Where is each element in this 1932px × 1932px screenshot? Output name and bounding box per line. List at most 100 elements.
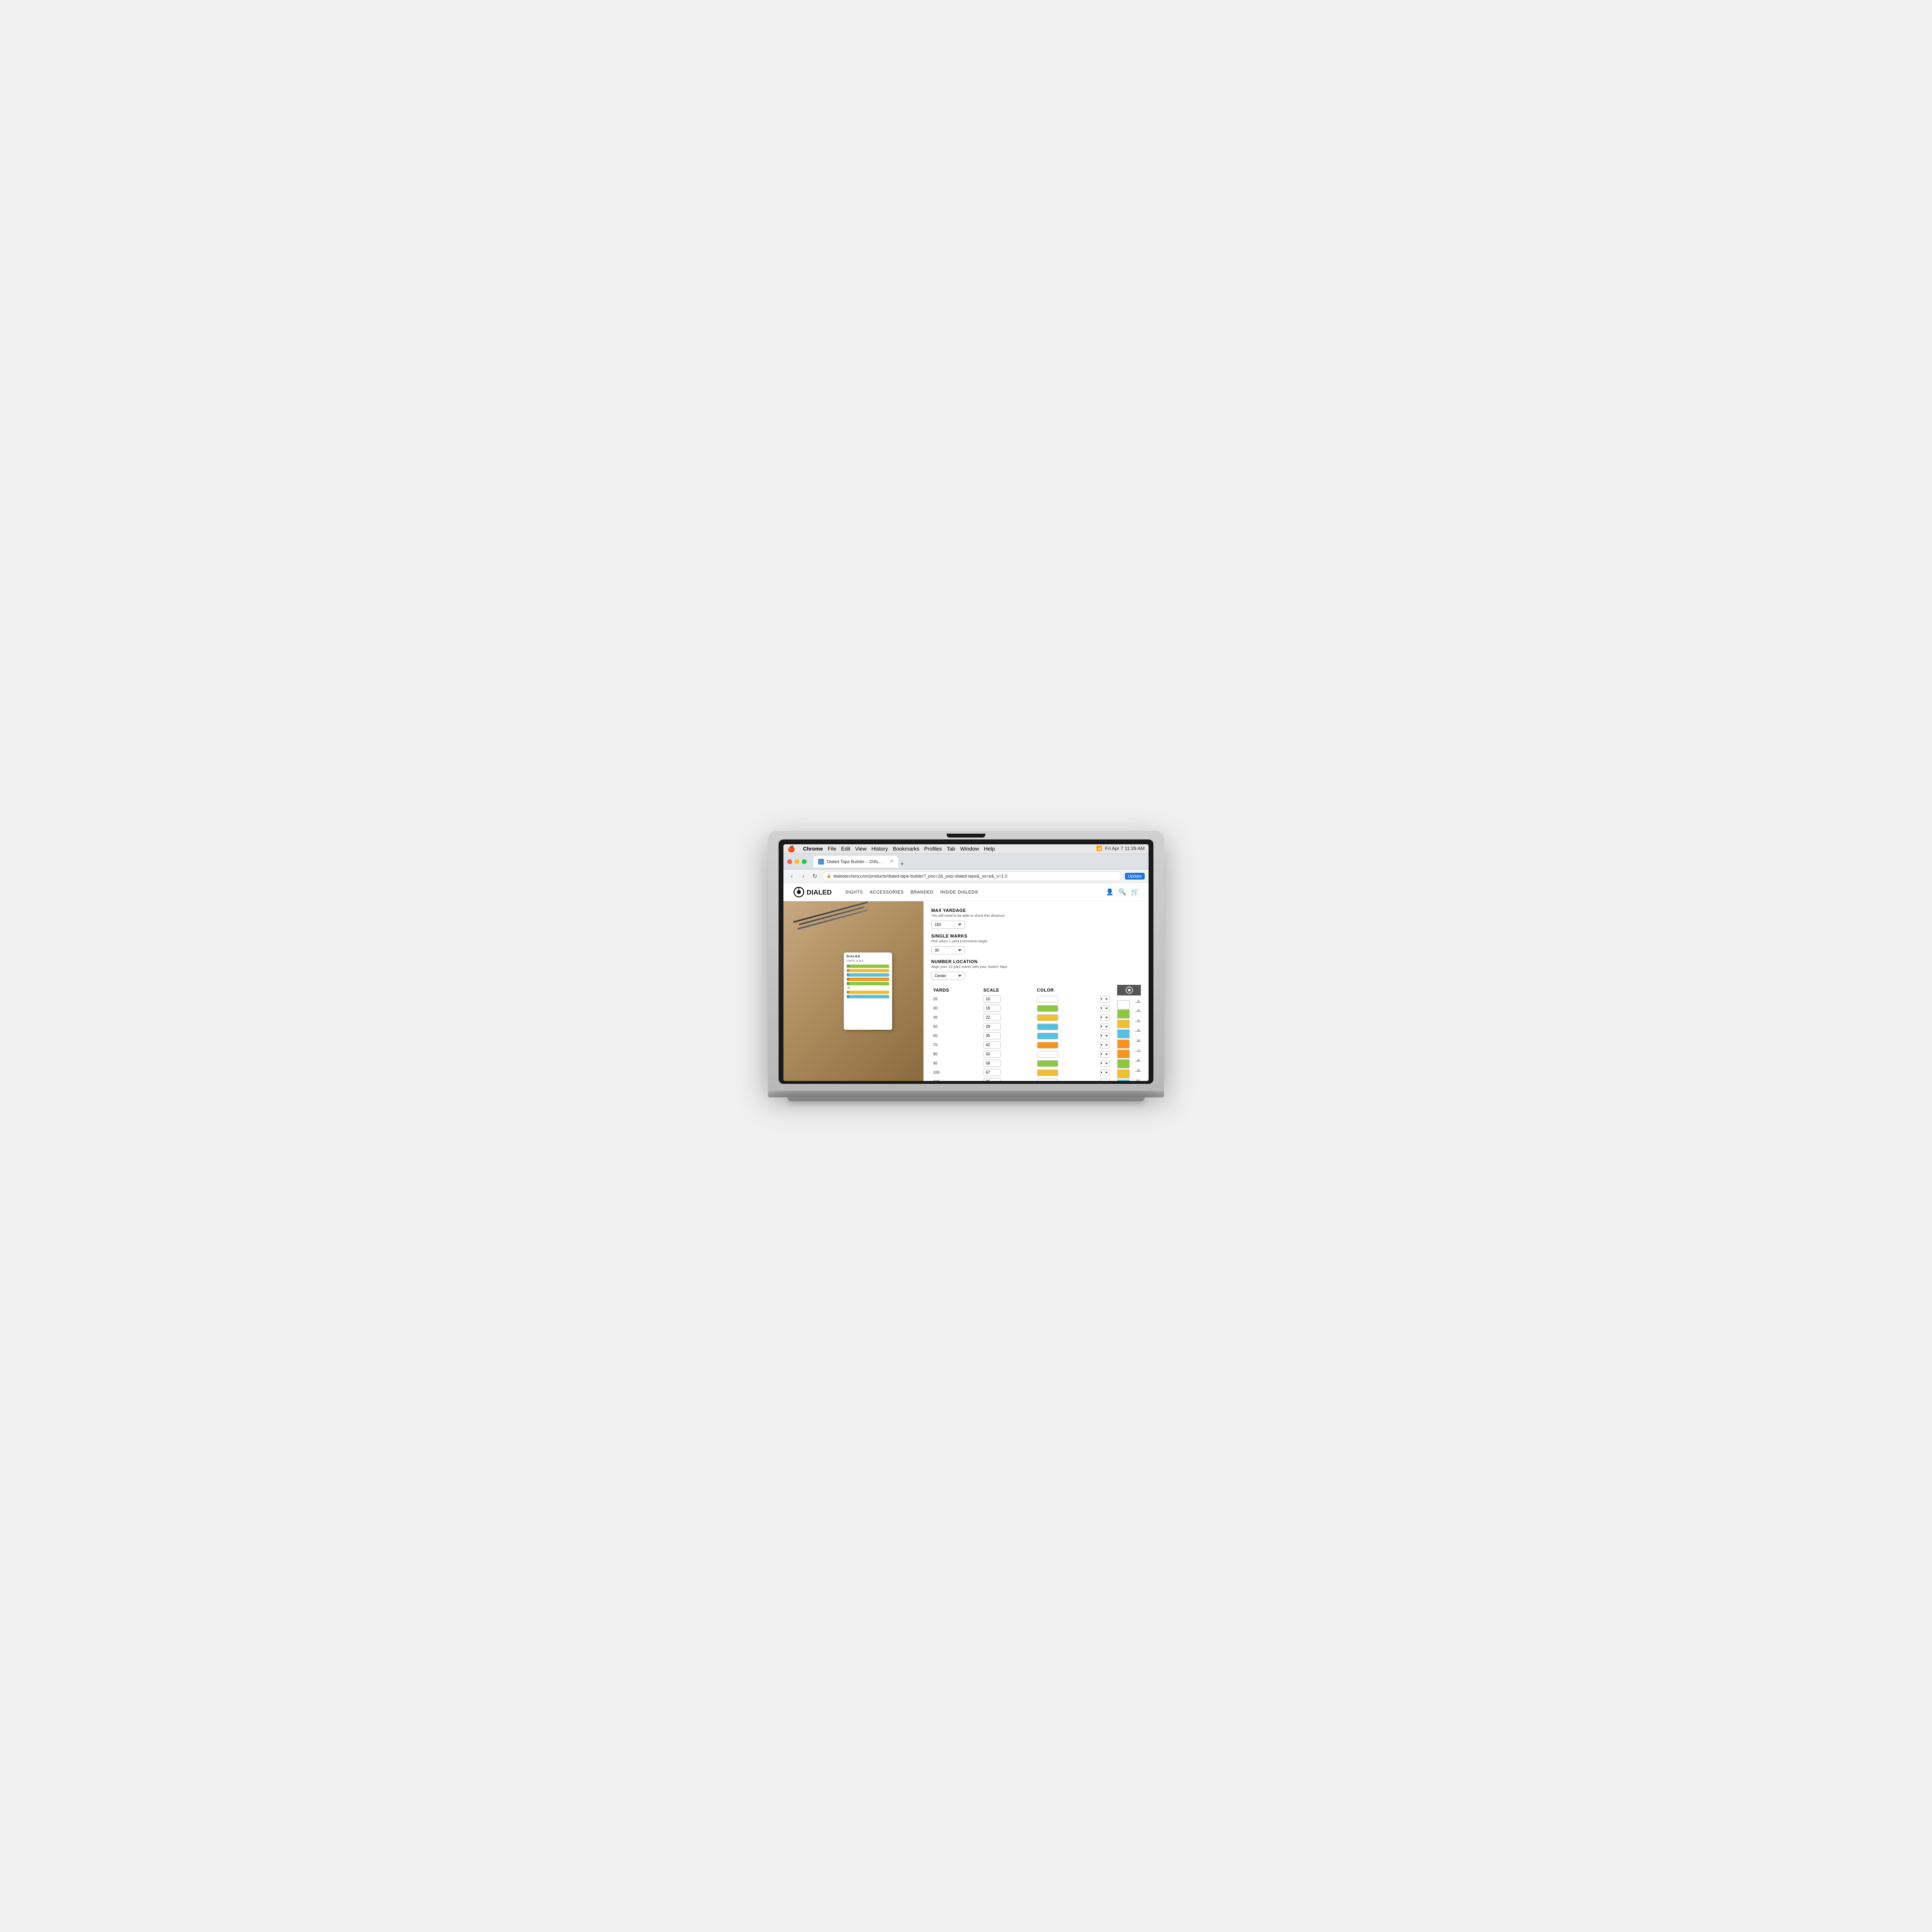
account-icon[interactable]: 👤 — [1106, 888, 1113, 896]
menu-chrome[interactable]: Chrome — [803, 846, 823, 852]
main-nav: SIGHTS ACCESSORIES BRANDED INSIDE DIALED… — [845, 890, 978, 895]
minimize-button[interactable] — [795, 859, 799, 864]
color-select[interactable]: ▾ — [1100, 996, 1110, 1003]
dialed-logo-icon — [793, 886, 805, 898]
color-select[interactable]: ▾ — [1100, 1051, 1110, 1058]
scale-cell[interactable] — [981, 1077, 1035, 1081]
color-dropdown-cell[interactable]: ▾ — [1098, 1050, 1113, 1059]
color-dropdown-cell[interactable]: ▾ — [1098, 1022, 1113, 1031]
color-select[interactable]: ▾ — [1100, 1033, 1110, 1039]
update-button[interactable]: Update — [1125, 873, 1145, 880]
yards-table-wrapper: YARDS SCALE COLOR 20 — [931, 985, 1141, 1081]
fullscreen-button[interactable] — [802, 859, 807, 864]
scale-cell[interactable] — [981, 1059, 1035, 1068]
reload-button[interactable]: ↻ — [810, 872, 819, 881]
color-dropdown-cell[interactable]: ▾ — [1098, 1013, 1113, 1022]
site-nav: DIALED SIGHTS ACCESSORIES BRANDED INSIDE… — [783, 883, 1149, 901]
tab-close-button[interactable]: ✕ — [890, 859, 894, 864]
scale-input[interactable] — [983, 1014, 1001, 1021]
tp-label: 60 — [1137, 1039, 1140, 1042]
color-select[interactable]: ▾ — [1100, 1060, 1110, 1067]
color-dropdown-cell[interactable]: ▾ — [1098, 994, 1113, 1004]
forward-button[interactable]: › — [799, 872, 808, 881]
color-select[interactable]: ▾ — [1100, 1079, 1110, 1081]
table-row: 40 ▾ — [931, 1013, 1113, 1022]
menu-view[interactable]: View — [855, 846, 867, 852]
menu-window[interactable]: Window — [960, 846, 979, 852]
yards-table: YARDS SCALE COLOR 20 — [931, 988, 1113, 1081]
color-cell — [1035, 1022, 1098, 1031]
scale-input[interactable] — [983, 1032, 1001, 1039]
menu-bookmarks[interactable]: Bookmarks — [893, 846, 919, 852]
apple-menu[interactable]: 🍎 — [787, 845, 795, 853]
color-cell — [1035, 994, 1098, 1004]
color-cell — [1035, 1004, 1098, 1013]
tp-line — [1135, 1051, 1141, 1052]
scale-input[interactable] — [983, 1060, 1001, 1067]
scale-cell[interactable] — [981, 994, 1035, 1004]
site-logo[interactable]: DIALED — [793, 886, 832, 898]
color-dropdown-cell[interactable]: ▾ — [1098, 1004, 1113, 1013]
nav-inside[interactable]: INSIDE DIALED® — [940, 890, 979, 895]
scale-cell[interactable] — [981, 1013, 1035, 1022]
color-select[interactable]: ▾ — [1100, 1023, 1110, 1030]
table-row: 110 ▾ — [931, 1077, 1113, 1081]
active-tab[interactable]: Dialed Tape Builder – DIALED ... ✕ — [813, 856, 898, 867]
number-location-select[interactable]: Center Left Right — [931, 972, 965, 980]
menu-edit[interactable]: Edit — [841, 846, 850, 852]
tp-line — [1135, 1071, 1141, 1072]
color-dropdown-cell[interactable]: ▾ — [1098, 1077, 1113, 1081]
table-row: 100 ▾ — [931, 1068, 1113, 1077]
scale-input[interactable] — [983, 1041, 1001, 1049]
laptop: 🍎 Chrome File Edit View History Bookmark… — [768, 831, 1164, 1101]
close-button[interactable] — [787, 859, 792, 864]
tape-card-logo: DIALED — [847, 955, 889, 958]
scale-input[interactable] — [983, 1078, 1001, 1081]
site-main: DIALED CHECK SCALE 20 30 — [783, 901, 1149, 1081]
scale-cell[interactable] — [981, 1022, 1035, 1031]
menu-profiles[interactable]: Profiles — [924, 846, 942, 852]
cart-icon[interactable]: 🛒 — [1131, 888, 1139, 896]
scale-input[interactable] — [983, 1005, 1001, 1012]
url-text: dialedarchery.com/products/dialed-tape-b… — [833, 874, 1008, 879]
table-row: 60 ▾ — [931, 1031, 1113, 1040]
search-icon[interactable]: 🔍 — [1119, 888, 1126, 896]
address-bar[interactable]: 🔒 dialedarchery.com/products/dialed-tape… — [822, 871, 1122, 881]
color-dropdown-cell[interactable]: ▾ — [1098, 1040, 1113, 1050]
nav-branded[interactable]: BRANDED — [910, 890, 934, 895]
menu-history[interactable]: History — [871, 846, 888, 852]
single-marks-select[interactable]: 30 20 40 — [931, 946, 965, 954]
scale-input[interactable] — [983, 1069, 1001, 1076]
nav-sights[interactable]: SIGHTS — [845, 890, 863, 895]
menu-file[interactable]: File — [828, 846, 837, 852]
color-dropdown-cell[interactable]: ▾ — [1098, 1068, 1113, 1077]
tape-stripes: 20 30 40 — [847, 965, 889, 998]
scale-cell[interactable] — [981, 1031, 1035, 1040]
color-select[interactable]: ▾ — [1100, 1042, 1110, 1049]
max-yardage-desc: You will need to be able to shoot this d… — [931, 913, 1141, 918]
tp-color-bar — [1117, 1039, 1130, 1049]
scale-input[interactable] — [983, 1023, 1001, 1030]
tp-line — [1135, 1031, 1141, 1032]
scale-input[interactable] — [983, 995, 1001, 1003]
chrome-toolbar: ‹ › ↻ 🔒 dialedarchery.com/products/diale… — [783, 869, 1149, 883]
scale-cell[interactable] — [981, 1040, 1035, 1050]
scale-cell[interactable] — [981, 1050, 1035, 1059]
menu-help[interactable]: Help — [984, 846, 995, 852]
number-location-section: NUMBER LOCATION Align your 10 yard marks… — [931, 959, 1141, 980]
nav-accessories[interactable]: ACCESSORIES — [870, 890, 904, 895]
color-select[interactable]: ▾ — [1100, 1014, 1110, 1021]
color-dropdown-cell[interactable]: ▾ — [1098, 1031, 1113, 1040]
back-button[interactable]: ‹ — [787, 872, 796, 881]
color-select[interactable]: ▾ — [1100, 1005, 1110, 1012]
color-select[interactable]: ▾ — [1100, 1069, 1110, 1076]
tape-preview: 2030405060708090100110 — [1117, 985, 1141, 1081]
scale-input[interactable] — [983, 1051, 1001, 1058]
new-tab-button[interactable]: + — [900, 860, 904, 867]
menu-tab[interactable]: Tab — [947, 846, 955, 852]
yard-value: 110 — [931, 1077, 981, 1081]
scale-cell[interactable] — [981, 1004, 1035, 1013]
color-dropdown-cell[interactable]: ▾ — [1098, 1059, 1113, 1068]
scale-cell[interactable] — [981, 1068, 1035, 1077]
max-yardage-select[interactable]: 150 100 80 — [931, 921, 965, 929]
